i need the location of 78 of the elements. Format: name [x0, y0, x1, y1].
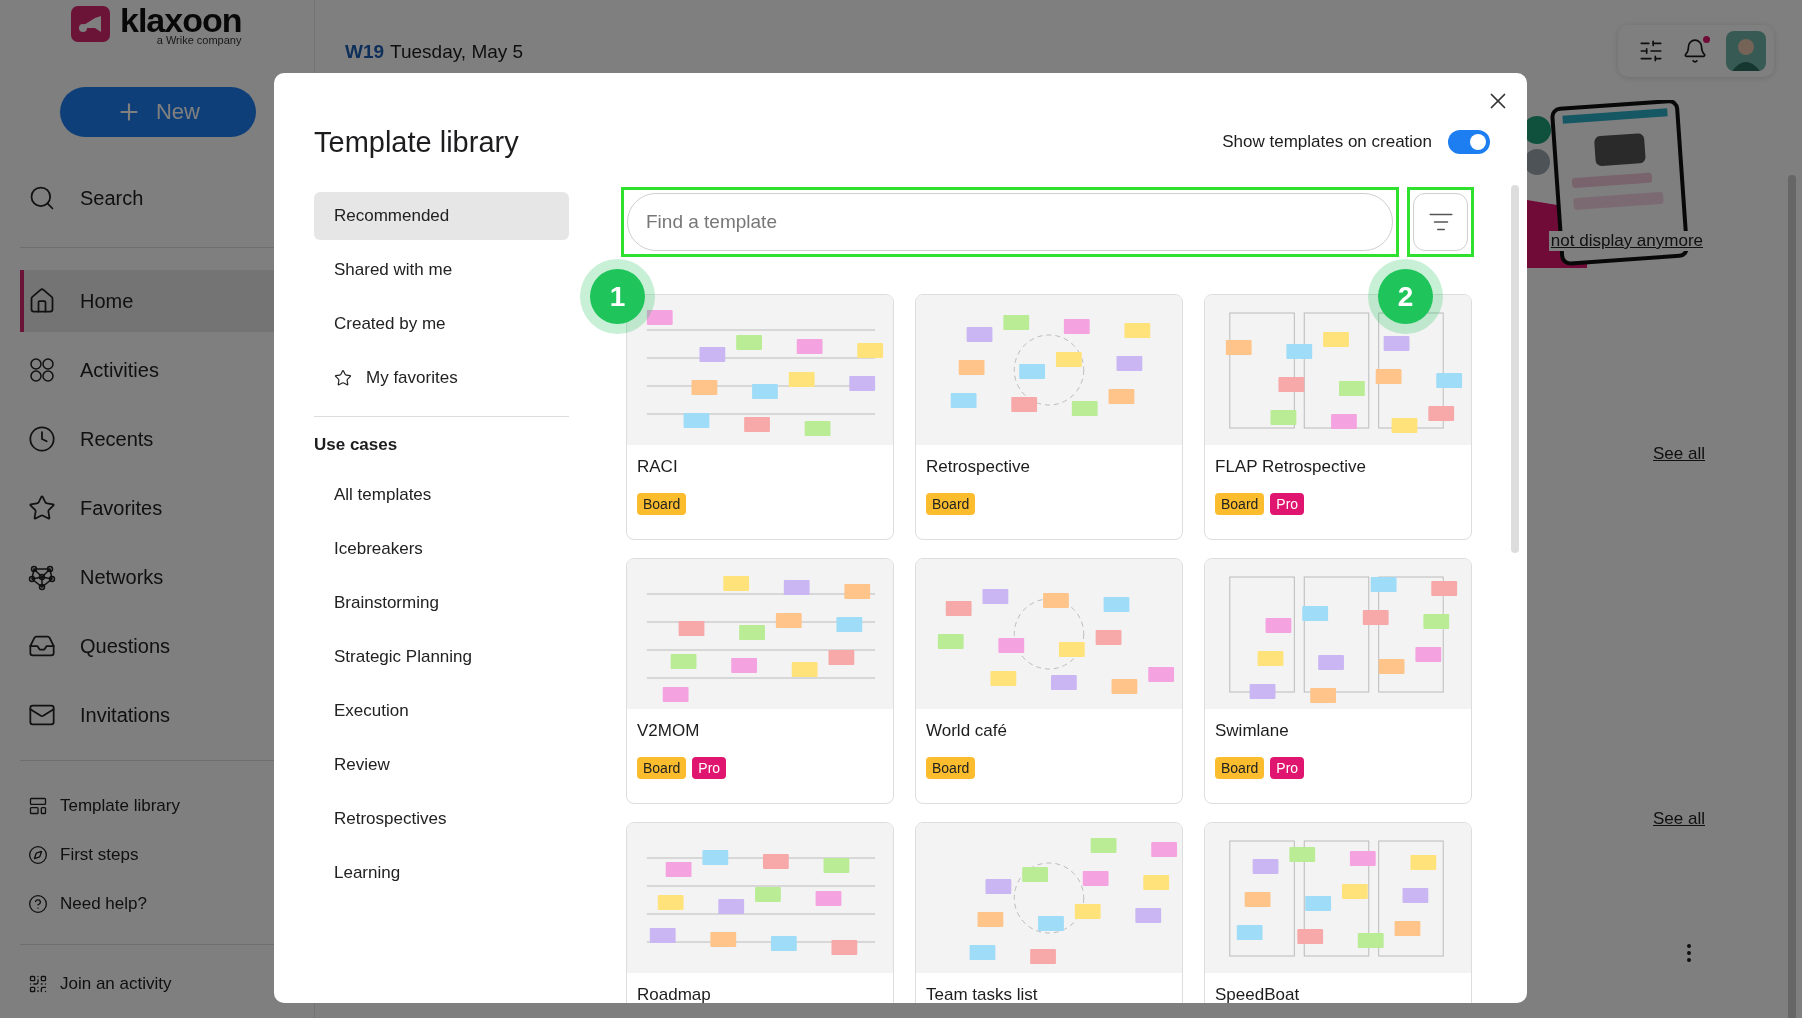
- category-item[interactable]: Retrospectives: [314, 795, 569, 843]
- logo-tagline: a Wrike company: [156, 34, 242, 46]
- sidebar-item[interactable]: Recents: [20, 408, 314, 470]
- template-tag: Board: [637, 493, 687, 515]
- sidebar-item[interactable]: Networks: [20, 546, 314, 608]
- section-heading: Use cases: [314, 435, 399, 455]
- step-number: 1: [590, 269, 645, 324]
- notification-bell-icon[interactable]: [1682, 38, 1708, 64]
- category-item[interactable]: Icebreakers: [314, 525, 569, 573]
- category-item[interactable]: Execution: [314, 687, 569, 735]
- search-icon: [28, 184, 56, 212]
- dialog-title: Template library: [314, 125, 519, 159]
- avatar[interactable]: [1726, 31, 1766, 71]
- category-item[interactable]: Review: [314, 741, 569, 789]
- category-item[interactable]: Strategic Planning: [314, 633, 569, 681]
- toggle-switch[interactable]: [1448, 130, 1490, 154]
- star-icon: [28, 494, 56, 522]
- template-tag: Pro: [692, 757, 727, 779]
- template-tag: Board: [1215, 757, 1265, 779]
- logo-text: klaxoon: [120, 2, 242, 37]
- template-name: World café: [925, 720, 1008, 741]
- search-item[interactable]: Search: [20, 167, 314, 229]
- template-icon: [28, 795, 48, 816]
- sidebar-item[interactable]: Invitations: [20, 684, 314, 746]
- template-name: Swimlane: [1214, 720, 1290, 741]
- template-tag: Board: [926, 757, 976, 779]
- template-card[interactable]: SpeedBoat: [1204, 822, 1472, 1003]
- sidebar-item[interactable]: Questions: [20, 615, 314, 677]
- template-tag: Pro: [1270, 757, 1305, 779]
- category-item[interactable]: All templates: [314, 471, 569, 519]
- category-item[interactable]: Shared with me: [314, 246, 569, 294]
- category-item[interactable]: Learning: [314, 849, 569, 897]
- clock-icon: [28, 425, 56, 453]
- template-card[interactable]: Roadmap: [626, 822, 894, 1003]
- toggle-label: Show templates on creation: [1222, 132, 1432, 152]
- search-field[interactable]: Find a template: [621, 187, 1399, 257]
- template-name: SpeedBoat: [1214, 984, 1301, 1003]
- template-card[interactable]: RACI Board: [626, 294, 894, 540]
- logo-icon: [71, 6, 110, 42]
- template-card[interactable]: V2MOM Board Pro: [626, 558, 894, 804]
- template-tag: Board: [926, 493, 976, 515]
- sidebar-item[interactable]: Favorites: [20, 477, 314, 539]
- sidebar-link[interactable]: Need help?: [20, 879, 314, 928]
- category-item[interactable]: Recommended: [314, 192, 569, 240]
- sidebar-link[interactable]: Template library: [20, 781, 314, 830]
- template-card[interactable]: World café Board: [915, 558, 1183, 804]
- template-name: FLAP Retrospective: [1214, 456, 1367, 477]
- template-name: RACI: [636, 456, 679, 477]
- category-item[interactable]: Created by me: [314, 300, 569, 348]
- qr-code-icon: [28, 973, 48, 994]
- see-all-link[interactable]: See all: [1653, 809, 1705, 829]
- template-tag: Board: [637, 757, 687, 779]
- star-icon: [334, 369, 352, 387]
- home-icon: [28, 287, 56, 315]
- dismiss-link[interactable]: not display anymore: [1548, 231, 1705, 251]
- template-card[interactable]: Retrospective Board: [915, 294, 1183, 540]
- category-item[interactable]: My favorites: [314, 354, 569, 402]
- scrollbar[interactable]: [1788, 175, 1796, 1018]
- template-name: Team tasks list: [925, 984, 1039, 1003]
- date-heading: W19 Tuesday, May 5: [345, 41, 524, 63]
- template-tag: Pro: [1270, 493, 1305, 515]
- template-card[interactable]: Swimlane Board Pro: [1204, 558, 1472, 804]
- compass-icon: [28, 844, 48, 865]
- circles-icon: [28, 356, 56, 384]
- help-icon: [28, 893, 48, 914]
- template-tag: Board: [1215, 493, 1265, 515]
- network-icon: [28, 563, 56, 591]
- template-name: V2MOM: [636, 720, 701, 741]
- scrollbar[interactable]: [1511, 185, 1519, 553]
- sidebar-link[interactable]: First steps: [20, 830, 314, 879]
- sidebar-item[interactable]: Activities: [20, 339, 314, 401]
- template-name: Roadmap: [636, 984, 712, 1003]
- template-name: Retrospective: [925, 456, 1031, 477]
- settings-icon[interactable]: [1638, 38, 1664, 64]
- join-activity-link[interactable]: Join an activity: [20, 959, 314, 1008]
- template-card[interactable]: Team tasks list: [915, 822, 1183, 1003]
- category-item[interactable]: Brainstorming: [314, 579, 569, 627]
- see-all-link[interactable]: See all: [1653, 444, 1705, 464]
